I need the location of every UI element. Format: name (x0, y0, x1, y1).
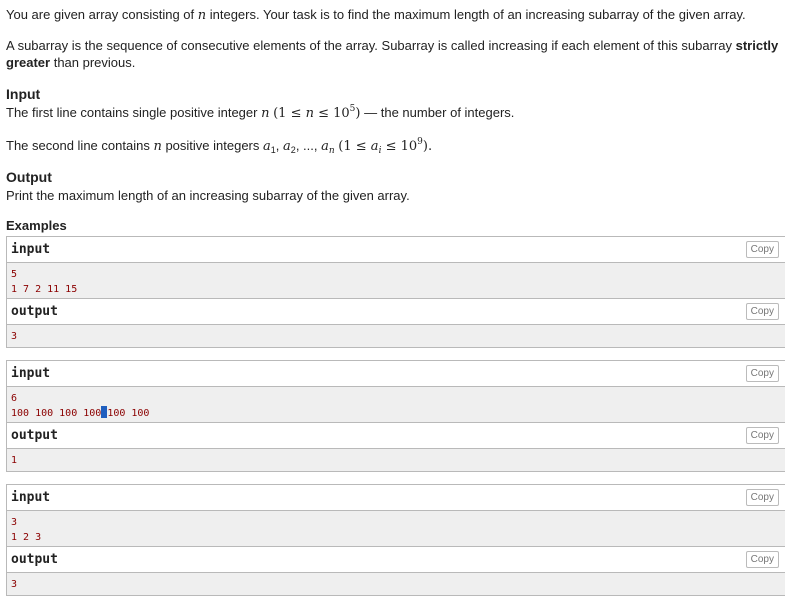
copy-button[interactable]: Copy (745, 241, 779, 258)
input-label: input (11, 242, 51, 257)
statement-intro: You are given array consisting of n inte… (6, 7, 746, 23)
output-label: output (11, 304, 58, 319)
input-label: input (11, 366, 51, 381)
output-label: output (11, 428, 58, 443)
example-output-1: output Copy 3 (6, 298, 785, 348)
input-label: input (11, 490, 51, 505)
input-line1: The first line contains single positive … (6, 104, 515, 122)
example-input-1: input Copy 5 1 7 2 11 15 (6, 236, 785, 301)
output-heading: Output (6, 169, 52, 185)
example-input-3: input Copy 3 1 2 3 (6, 484, 785, 549)
statement-subarray: A subarray is the sequence of consecutiv… (6, 38, 779, 70)
intro-text-a: You are given array consisting of (6, 7, 198, 22)
example-output-3: output Copy 3 (6, 546, 785, 596)
copy-button[interactable]: Copy (745, 489, 779, 506)
input-line2: The second line contains n positive inte… (6, 137, 433, 156)
output-text: Print the maximum length of an increasin… (6, 188, 410, 203)
copy-button[interactable]: Copy (745, 303, 779, 320)
examples-heading: Examples (6, 218, 67, 233)
copy-button[interactable]: Copy (745, 427, 779, 444)
intro-text-b: integers. Your task is to find the maxim… (206, 7, 746, 22)
example-output-2: output Copy 1 (6, 422, 785, 472)
example-2-values: 100 100 100 100 100 100 (11, 406, 150, 419)
output-label: output (11, 552, 58, 567)
copy-button[interactable]: Copy (745, 551, 779, 568)
example-input-2: input Copy 6 100 100 100 100 100 100 (6, 360, 785, 425)
copy-button[interactable]: Copy (745, 365, 779, 382)
input-heading: Input (6, 86, 41, 102)
